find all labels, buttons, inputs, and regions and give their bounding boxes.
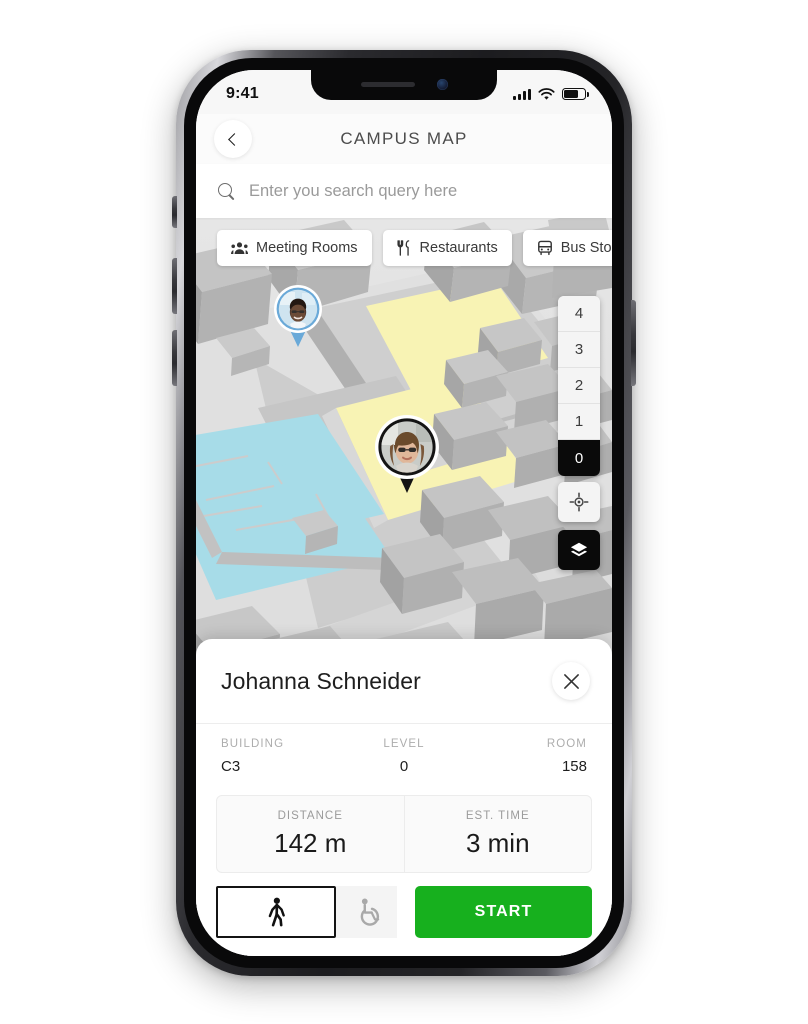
stat-label: EST. TIME <box>465 809 530 822</box>
level-option-1[interactable]: 1 <box>558 404 600 440</box>
person-name: Johanna Schneider <box>221 667 421 694</box>
wheelchair-icon <box>360 898 379 926</box>
travel-mode-walking[interactable] <box>216 886 336 938</box>
map-layers-button[interactable] <box>558 530 600 570</box>
meta-building: BUILDING C3 <box>221 738 343 775</box>
power-button[interactable] <box>631 300 636 386</box>
start-button-label: START <box>474 903 533 920</box>
layers-icon <box>570 542 588 557</box>
map-pin-avatar-unselected <box>274 285 322 347</box>
meta-value: 0 <box>399 758 409 775</box>
search-bar[interactable] <box>196 164 612 218</box>
meta-value: 158 <box>561 758 587 775</box>
stat-value: 3 min <box>465 827 530 858</box>
stat-distance: DISTANCE 142 m <box>217 796 404 872</box>
people-group-icon <box>231 242 248 254</box>
cellular-bars-icon <box>513 88 531 100</box>
status-indicators <box>513 87 589 101</box>
route-stats-panel: DISTANCE 142 m EST. TIME 3 min <box>216 795 592 873</box>
filter-chip-restaurants[interactable]: Restaurants <box>382 230 512 266</box>
meta-room: ROOM 158 <box>465 738 587 775</box>
bus-icon <box>537 240 552 256</box>
fork-knife-icon <box>396 240 409 256</box>
mute-switch[interactable] <box>172 196 177 228</box>
battery-icon <box>562 88 589 100</box>
action-row: START <box>216 886 592 938</box>
page-title: CAMPUS MAP <box>340 129 468 148</box>
search-input[interactable] <box>249 181 579 201</box>
filter-chip-meeting-rooms[interactable]: Meeting Rooms <box>217 230 372 266</box>
meta-label: LEVEL <box>383 738 425 750</box>
filter-chip-label: Restaurants <box>419 240 498 256</box>
chevron-left-icon <box>228 132 241 146</box>
stat-est-time: EST. TIME 3 min <box>403 796 592 872</box>
level-option-3[interactable]: 3 <box>558 332 600 368</box>
stat-value: 142 m <box>274 827 347 858</box>
back-button[interactable] <box>214 120 252 158</box>
locate-me-button[interactable] <box>558 482 600 522</box>
level-option-4[interactable]: 4 <box>558 296 600 332</box>
earpiece-speaker-icon <box>360 81 415 87</box>
close-button[interactable] <box>552 662 590 700</box>
device-notch <box>311 70 497 100</box>
app-header: CAMPUS MAP <box>196 114 612 164</box>
stat-label: DISTANCE <box>277 809 343 822</box>
level-option-0[interactable]: 0 <box>558 440 600 476</box>
meta-value: C3 <box>221 758 241 775</box>
selected-person-marker[interactable] <box>374 414 440 494</box>
front-camera-icon <box>436 78 448 90</box>
sheet-header: Johanna Schneider <box>196 639 612 723</box>
crosshair-icon <box>569 492 589 512</box>
wifi-icon <box>538 87 555 100</box>
search-icon <box>218 182 235 200</box>
map-pin-avatar-selected <box>375 415 439 493</box>
filter-chip-bus-stop[interactable]: Bus Stop <box>522 230 612 266</box>
filter-chip-bar[interactable]: Meeting Rooms Restaurants Bus Stop <box>196 226 612 270</box>
meta-label: BUILDING <box>221 738 285 750</box>
phone-screen: 9:41 CAMPUS MAP Enter you search query h… <box>196 70 612 956</box>
close-icon <box>563 673 579 689</box>
person-meta-row: BUILDING C3 LEVEL 0 ROOM 158 <box>196 723 612 789</box>
colleague-marker[interactable] <box>272 284 324 348</box>
start-navigation-button[interactable]: START <box>415 886 592 938</box>
travel-mode-wheelchair[interactable] <box>336 886 397 938</box>
level-selector[interactable]: 4 3 2 1 0 <box>558 296 600 476</box>
volume-up-button[interactable] <box>172 258 177 314</box>
pedestrian-icon <box>268 897 285 927</box>
volume-down-button[interactable] <box>172 330 177 386</box>
filter-chip-label: Bus Stop <box>560 240 612 256</box>
meta-level: LEVEL 0 <box>343 738 465 775</box>
status-time: 9:41 <box>226 85 259 102</box>
filter-chip-label: Meeting Rooms <box>256 240 358 256</box>
travel-mode-group[interactable] <box>216 886 397 938</box>
person-detail-sheet: Johanna Schneider BUILDING C3 LEVEL 0 RO… <box>196 639 612 956</box>
screenshot-root: 9:41 CAMPUS MAP Enter you search query h… <box>0 0 808 1024</box>
level-option-2[interactable]: 2 <box>558 368 600 404</box>
meta-label: ROOM <box>546 738 587 750</box>
